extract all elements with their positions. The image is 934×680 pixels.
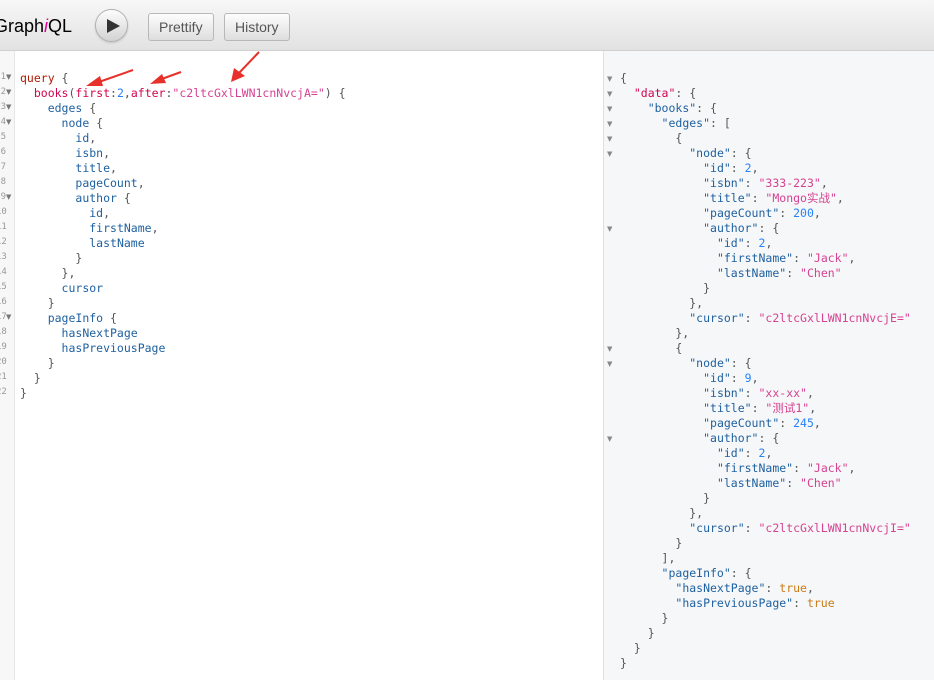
annotation-arrowhead-2 (150, 74, 166, 84)
line-number: 6 (0, 147, 6, 157)
line-number: 8 (0, 177, 6, 187)
line-number: 16 (0, 297, 7, 307)
fold-marker-icon[interactable]: ▼ (607, 150, 612, 158)
annotation-arrow-1 (95, 69, 134, 84)
result-gutter: ▼ ▼ ▼ ▼ ▼ ▼ ▼ ▼ ▼ ▼ (604, 51, 619, 680)
fold-marker-icon[interactable]: ▼ (6, 193, 11, 201)
line-number: 5 (0, 132, 6, 142)
fold-marker-icon[interactable]: ▼ (607, 360, 612, 368)
line-number: 12 (0, 237, 7, 247)
annotation-arrow-3 (238, 51, 260, 74)
line-number: 22 (0, 387, 7, 397)
line-number: 14 (0, 267, 7, 277)
annotation-arrows (86, 51, 260, 86)
result-panel: ▼ ▼ ▼ ▼ ▼ ▼ ▼ ▼ ▼ ▼ { "data": { "books":… (604, 51, 934, 680)
fold-marker-icon[interactable]: ▼ (607, 345, 612, 353)
line-number: 7 (0, 162, 6, 172)
line-number: 21 (0, 372, 7, 382)
query-code[interactable]: query { books(first:2,after:"c2ltcGxlLWN… (20, 71, 346, 401)
line-number: 18 (0, 327, 7, 337)
fold-marker-icon[interactable]: ▼ (607, 435, 612, 443)
line-number: 13 (0, 252, 7, 262)
line-number: 20 (0, 357, 7, 367)
query-editor[interactable]: 1 2 3 4 5 6 7 8 9 10 11 12 13 14 15 16 1… (0, 51, 604, 680)
fold-marker-icon[interactable]: ▼ (607, 120, 612, 128)
annotation-arrowhead-1 (86, 76, 103, 86)
line-number: 15 (0, 282, 7, 292)
fold-marker-icon[interactable]: ▼ (607, 225, 612, 233)
result-json: { "data": { "books": { "edges": [ { "nod… (620, 71, 911, 670)
line-number-gutter: 1 2 3 4 5 6 7 8 9 10 11 12 13 14 15 16 1… (0, 51, 15, 680)
line-number: 19 (0, 342, 7, 352)
fold-marker-icon[interactable]: ▼ (607, 135, 612, 143)
line-number: 10 (0, 207, 7, 217)
fold-marker-icon[interactable]: ▼ (6, 313, 11, 321)
line-number: 11 (0, 222, 7, 232)
